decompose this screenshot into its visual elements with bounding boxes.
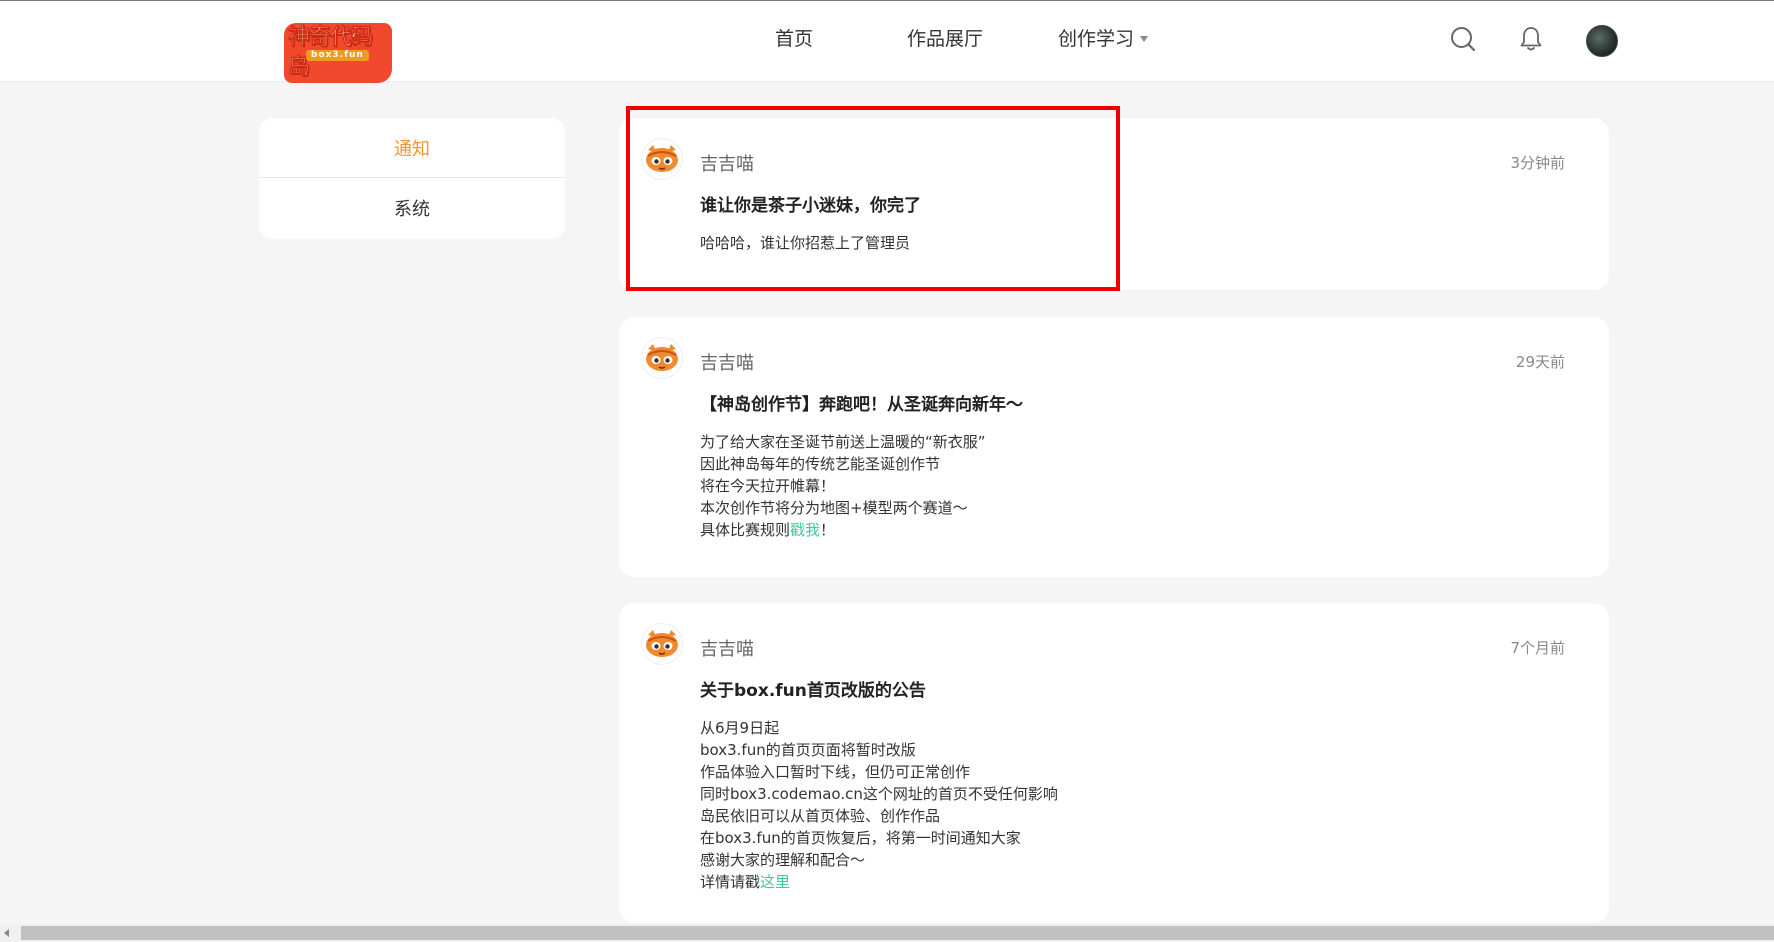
nav-learn-label: 创作学习 — [1058, 27, 1135, 50]
nav-learn-dropdown[interactable]: 创作学习 — [1058, 1, 1149, 73]
search-icon — [1451, 27, 1476, 52]
details-link[interactable]: 这里 — [760, 873, 790, 891]
body-line-with-link: 详情请戳这里 — [700, 871, 1058, 893]
nav-home-label: 首页 — [775, 27, 814, 50]
site-logo[interactable]: 神奇代码岛 box3.fun — [284, 23, 392, 83]
body-line: box3.fun的首页页面将暂时改版 — [700, 741, 916, 759]
body-line: 为了给大家在圣诞节前送上温暖的“新衣服” — [700, 433, 986, 451]
author-avatar[interactable] — [641, 337, 683, 379]
timestamp: 29天前 — [1515, 353, 1565, 371]
sidebar-item-notice[interactable]: 通知 — [259, 118, 565, 178]
notification-card[interactable]: 吉吉喵 3分钟前 谁让你是茶子小迷妹，你完了 哈哈哈，谁让你招惹上了管理员 — [619, 118, 1609, 290]
timestamp: 7个月前 — [1510, 639, 1565, 657]
chevron-down-icon — [1140, 36, 1149, 42]
author-name: 吉吉喵 — [700, 154, 754, 175]
cat-mascot-icon — [646, 630, 678, 657]
body-line: 感谢大家的理解和配合～ — [700, 851, 866, 869]
body-text: 详情请戳 — [700, 873, 761, 891]
author-name: 吉吉喵 — [700, 639, 754, 660]
body-line-with-link: 具体比赛规则戳我！ — [700, 519, 986, 541]
cat-mascot-icon — [646, 145, 678, 172]
body-line: 在box3.fun的首页恢复后，将第一时间通知大家 — [700, 829, 1021, 847]
author-avatar[interactable] — [641, 138, 683, 180]
sidebar-item-label: 系统 — [394, 199, 430, 220]
notification-title: 关于box.fun首页改版的公告 — [700, 681, 926, 701]
notification-category-menu: 通知 系统 — [259, 118, 565, 239]
body-text: 具体比赛规则 — [700, 521, 791, 539]
nav-home[interactable]: 首页 — [775, 1, 813, 73]
body-line: 作品体验入口暂时下线，但仍可正常创作 — [700, 763, 971, 781]
body-line: 因此神岛每年的传统艺能圣诞创作节 — [700, 455, 941, 473]
sidebar-item-system[interactable]: 系统 — [259, 178, 565, 238]
notification-title: 【神岛创作节】奔跑吧！从圣诞奔向新年～ — [700, 395, 1023, 415]
notification-title: 谁让你是茶子小迷妹，你完了 — [700, 196, 921, 216]
cat-mascot-icon — [646, 344, 678, 371]
body-line: 哈哈哈，谁让你招惹上了管理员 — [700, 234, 911, 252]
body-line: 岛民依旧可以从首页体验、创作作品 — [700, 807, 941, 825]
nav-gallery[interactable]: 作品展厅 — [907, 1, 983, 73]
sidebar-item-label: 通知 — [394, 138, 430, 160]
notification-body: 为了给大家在圣诞节前送上温暖的“新衣服” 因此神岛每年的传统艺能圣诞创作节 将在… — [700, 431, 986, 541]
notification-body: 哈哈哈，谁让你招惹上了管理员 — [700, 232, 910, 254]
rules-link[interactable]: 戳我 — [790, 521, 820, 539]
body-line: 从6月9日起 — [700, 719, 780, 737]
bell-icon — [1520, 27, 1542, 51]
body-line: 同时box3.codemao.cn这个网址的首页不受任何影响 — [700, 785, 1058, 803]
logo-subtext: box3.fun — [306, 50, 369, 61]
timestamp: 3分钟前 — [1510, 154, 1565, 172]
nav-gallery-label: 作品展厅 — [907, 27, 984, 50]
author-name: 吉吉喵 — [700, 353, 754, 374]
scroll-left-arrow-icon[interactable] — [4, 929, 9, 937]
body-line: 本次创作节将分为地图+模型两个赛道～ — [700, 499, 968, 517]
top-navbar: 神奇代码岛 box3.fun 首页 作品展厅 创作学习 — [0, 0, 1774, 83]
notification-card[interactable]: 吉吉喵 29天前 【神岛创作节】奔跑吧！从圣诞奔向新年～ 为了给大家在圣诞节前送… — [619, 317, 1609, 577]
user-avatar[interactable] — [1586, 25, 1618, 57]
notification-button[interactable] — [1517, 25, 1545, 53]
search-button[interactable] — [1449, 25, 1477, 53]
notification-body: 从6月9日起 box3.fun的首页页面将暂时改版 作品体验入口暂时下线，但仍可… — [700, 717, 1058, 893]
author-avatar[interactable] — [641, 623, 683, 665]
horizontal-scrollbar[interactable] — [0, 924, 1774, 942]
body-line: 将在今天拉开帷幕！ — [700, 477, 836, 495]
body-text: ！ — [820, 521, 836, 539]
scrollbar-thumb[interactable] — [21, 926, 1774, 940]
notification-card[interactable]: 吉吉喵 7个月前 关于box.fun首页改版的公告 从6月9日起 box3.fu… — [619, 603, 1609, 923]
